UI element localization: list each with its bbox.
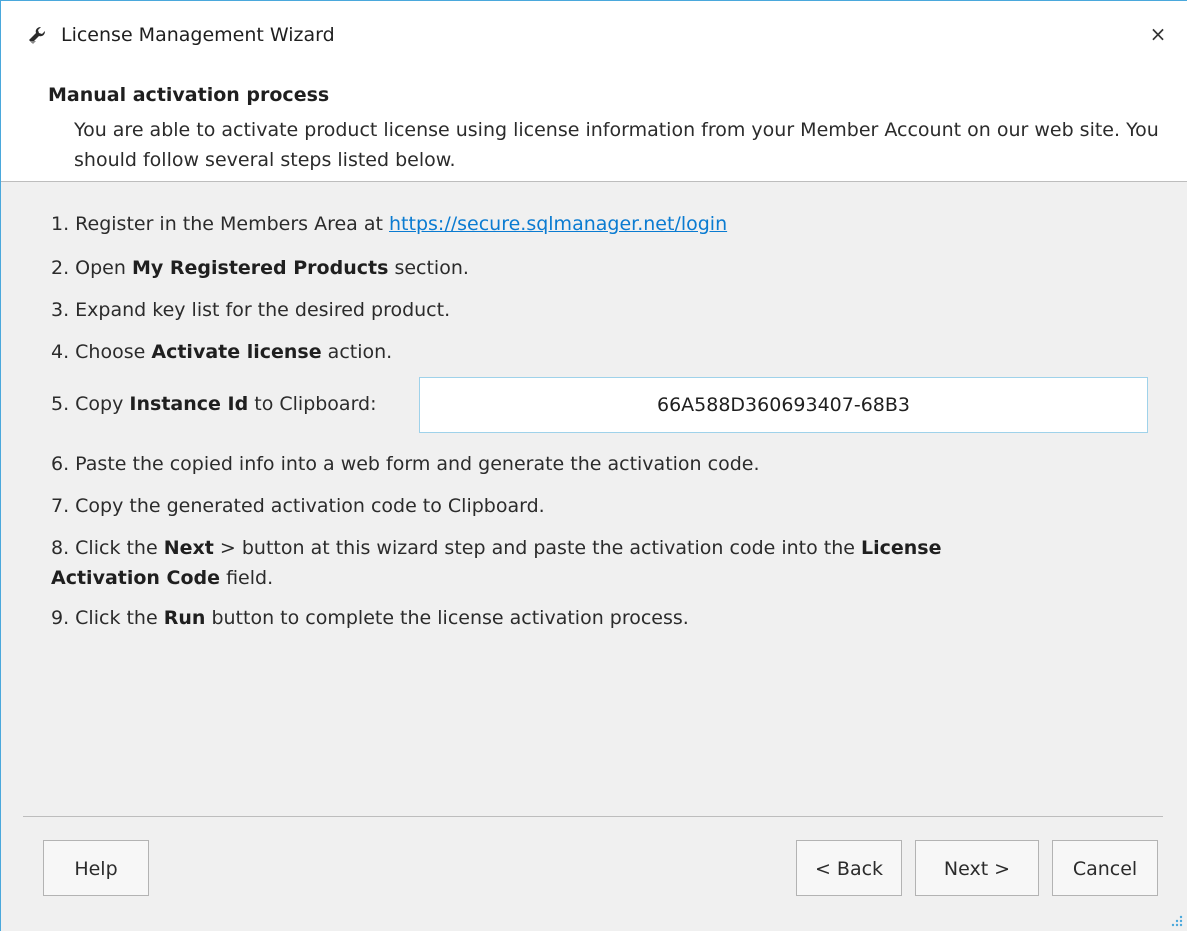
step-8: 8. Click the Next > button at this wizar… [51,533,1051,593]
step-2-prefix: 2. Open [51,257,126,279]
step-2-suffix: section. [394,257,469,279]
back-button[interactable]: < Back [796,840,902,896]
step-5: 5. Copy Instance Id to Clipboard: [51,393,377,415]
resize-grip-icon[interactable] [1169,913,1183,927]
step-3: 3. Expand key list for the desired produ… [51,299,450,321]
next-button[interactable]: Next > [915,840,1039,896]
step-8-bold-next: Next [163,537,214,559]
instance-id-field[interactable]: 66A588D360693407-68B3 [419,377,1148,433]
license-wizard-window: License Management Wizard × Manual activ… [0,0,1187,931]
window-title: License Management Wizard [61,24,335,46]
header-description: You are able to activate product license… [74,119,1159,171]
step-7: 7. Copy the generated activation code to… [51,495,545,517]
step-5-suffix: to Clipboard: [254,393,377,415]
step-4-bold: Activate license [151,341,322,363]
step-8-suffix: field. [226,567,274,589]
step-7-text: 7. Copy the generated activation code to… [51,495,545,517]
step-4-prefix: 4. Choose [51,341,146,363]
step-9: 9. Click the Run button to complete the … [51,607,689,629]
step-1: 1. Register in the Members Area at https… [51,213,727,235]
step-2: 2. Open My Registered Products section. [51,257,469,279]
step-6-text: 6. Paste the copied info into a web form… [51,453,760,475]
step-1-text: 1. Register in the Members Area at [51,213,383,235]
step-6: 6. Paste the copied info into a web form… [51,453,760,475]
footer-divider [23,816,1163,817]
members-area-link[interactable]: https://secure.sqlmanager.net/login [389,213,727,235]
title-bar: License Management Wizard × [1,1,1187,71]
step-5-bold: Instance Id [129,393,249,415]
step-4-suffix: action. [327,341,393,363]
step-8-mid: > button at this wizard step and paste t… [219,537,855,559]
step-4: 4. Choose Activate license action. [51,341,392,363]
header-title: Manual activation process [48,84,330,106]
step-8-prefix: 8. Click the [51,537,158,559]
step-2-bold: My Registered Products [131,257,389,279]
step-3-text: 3. Expand key list for the desired produ… [51,299,451,321]
step-9-bold: Run [163,607,206,629]
cancel-button[interactable]: Cancel [1052,840,1158,896]
help-button[interactable]: Help [43,840,149,896]
close-button[interactable]: × [1143,19,1173,49]
step-9-prefix: 9. Click the [51,607,158,629]
step-5-prefix: 5. Copy [51,393,124,415]
step-9-suffix: button to complete the license activatio… [211,607,689,629]
wizard-header: Manual activation process You are able t… [1,71,1187,182]
wrench-icon [29,27,45,44]
